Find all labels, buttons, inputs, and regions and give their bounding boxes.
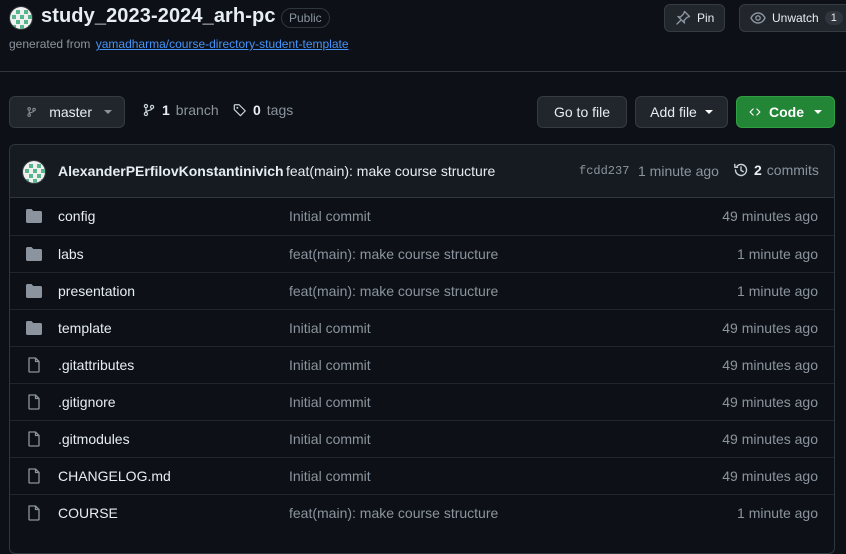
file-commit-message[interactable]: Initial commit xyxy=(289,357,371,373)
file-commit-message[interactable]: Initial commit xyxy=(289,320,371,336)
file-icon xyxy=(25,468,43,484)
branch-selector-label: master xyxy=(49,104,92,120)
pin-label: Pin xyxy=(697,11,715,25)
latest-commit-bar: AlexanderPErfilovKonstantinivich feat(ma… xyxy=(10,145,834,198)
repo-owner-avatar[interactable] xyxy=(9,6,33,30)
file-commit-message[interactable]: Initial commit xyxy=(289,394,371,410)
chevron-down-icon xyxy=(814,110,822,114)
chevron-down-icon xyxy=(104,110,112,114)
file-commit-age: 49 minutes ago xyxy=(722,468,818,484)
unwatch-button[interactable]: Unwatch 1 xyxy=(739,4,846,32)
file-commit-age: 49 minutes ago xyxy=(722,320,818,336)
file-name-link[interactable]: COURSE xyxy=(58,505,118,521)
commit-word: commits xyxy=(766,162,819,178)
file-listing: AlexanderPErfilovKonstantinivich feat(ma… xyxy=(9,144,835,554)
file-name-link[interactable]: .gitattributes xyxy=(58,357,134,373)
file-row[interactable]: .gitattributes Initial commit 49 minutes a… xyxy=(10,346,834,383)
folder-icon xyxy=(25,208,43,224)
file-icon xyxy=(25,505,43,521)
template-link[interactable]: yamadharma/course-directory-student-temp… xyxy=(96,37,349,51)
file-name-link[interactable]: presentation xyxy=(58,283,135,299)
add-file-label: Add file xyxy=(650,104,697,120)
file-row[interactable]: COURSE feat(main): make course structure 1… xyxy=(10,494,834,531)
branches-link[interactable]: 1 branch xyxy=(142,102,219,118)
commits-link[interactable]: 2 commits xyxy=(733,162,819,178)
tags-link[interactable]: 0 tags xyxy=(233,102,293,118)
commit-message[interactable]: feat(main): make course structure xyxy=(286,163,495,179)
file-commit-message[interactable]: feat(main): make course structure xyxy=(289,246,498,262)
file-commit-age: 49 minutes ago xyxy=(722,208,818,224)
file-commit-message[interactable]: Initial commit xyxy=(289,208,371,224)
tag-icon xyxy=(233,104,246,117)
tag-count: 0 xyxy=(253,102,261,118)
file-name-link[interactable]: labs xyxy=(58,246,84,262)
template-source: generated from yamadharma/course-directo… xyxy=(9,37,349,51)
generated-prefix: generated from xyxy=(9,37,91,51)
commit-sha[interactable]: fcdd237 xyxy=(579,164,629,178)
go-to-file-button[interactable]: Go to file xyxy=(537,96,627,128)
history-icon xyxy=(734,163,748,177)
file-name-link[interactable]: template xyxy=(58,320,112,336)
file-row[interactable]: labs feat(main): make course structure 1 m… xyxy=(10,235,834,272)
identicon-icon xyxy=(23,161,45,183)
commit-count: 2 xyxy=(754,162,762,178)
file-name-link[interactable]: .gitignore xyxy=(58,394,116,410)
file-row[interactable]: CHANGELOG.md Initial commit 49 minutes ago xyxy=(10,457,834,494)
file-commit-message[interactable]: Initial commit xyxy=(289,431,371,447)
commit-age: 1 minute ago xyxy=(638,163,719,179)
file-commit-age: 49 minutes ago xyxy=(722,431,818,447)
identicon-icon xyxy=(10,7,32,29)
commit-author[interactable]: AlexanderPErfilovKonstantinivich xyxy=(58,163,284,179)
git-branch-icon xyxy=(143,103,155,117)
folder-icon xyxy=(25,320,43,336)
file-row[interactable]: presentation feat(main): make course stru… xyxy=(10,272,834,309)
file-row[interactable]: .gitmodules Initial commit 49 minutes ago xyxy=(10,420,834,457)
repo-title[interactable]: study_2023-2024_arh-pc xyxy=(41,5,276,28)
code-icon xyxy=(749,108,761,116)
code-label: Code xyxy=(769,104,804,120)
file-commit-message[interactable]: feat(main): make course structure xyxy=(289,505,498,521)
pin-button[interactable]: Pin xyxy=(664,4,726,32)
visibility-badge: Public xyxy=(281,8,330,28)
file-commit-age: 1 minute ago xyxy=(737,505,818,521)
file-icon xyxy=(25,394,43,410)
file-row[interactable]: config Initial commit 49 minutes ago xyxy=(10,198,834,235)
file-row[interactable]: .gitignore Initial commit 49 minutes ago xyxy=(10,383,834,420)
pin-icon xyxy=(676,10,691,25)
folder-icon xyxy=(25,246,43,262)
go-to-file-label: Go to file xyxy=(553,104,611,120)
file-commit-age: 1 minute ago xyxy=(737,283,818,299)
commit-author-avatar[interactable] xyxy=(22,160,46,184)
file-commit-message[interactable]: feat(main): make course structure xyxy=(289,283,498,299)
chevron-down-icon xyxy=(704,110,713,114)
branch-selector[interactable]: master xyxy=(9,96,125,128)
file-name-link[interactable]: CHANGELOG.md xyxy=(58,468,171,484)
git-branch-icon xyxy=(27,107,36,117)
branch-count: 1 xyxy=(162,102,170,118)
add-file-button[interactable]: Add file xyxy=(635,96,728,128)
file-commit-age: 1 minute ago xyxy=(737,246,818,262)
file-row[interactable]: template Initial commit 49 minutes ago xyxy=(10,309,834,346)
header-divider xyxy=(0,71,846,72)
file-icon xyxy=(25,431,43,447)
folder-icon xyxy=(25,283,43,299)
file-commit-age: 49 minutes ago xyxy=(722,394,818,410)
tag-word: tags xyxy=(266,102,294,118)
file-name-link[interactable]: .gitmodules xyxy=(58,431,130,447)
watch-count: 1 xyxy=(824,11,843,25)
file-name-link[interactable]: config xyxy=(58,208,95,224)
eye-icon xyxy=(750,12,766,24)
file-commit-age: 49 minutes ago xyxy=(722,357,818,373)
branch-word: branch xyxy=(175,102,219,118)
code-button[interactable]: Code xyxy=(736,96,835,128)
file-icon xyxy=(25,357,43,373)
unwatch-label: Unwatch xyxy=(772,11,819,25)
file-commit-message[interactable]: Initial commit xyxy=(289,468,371,484)
